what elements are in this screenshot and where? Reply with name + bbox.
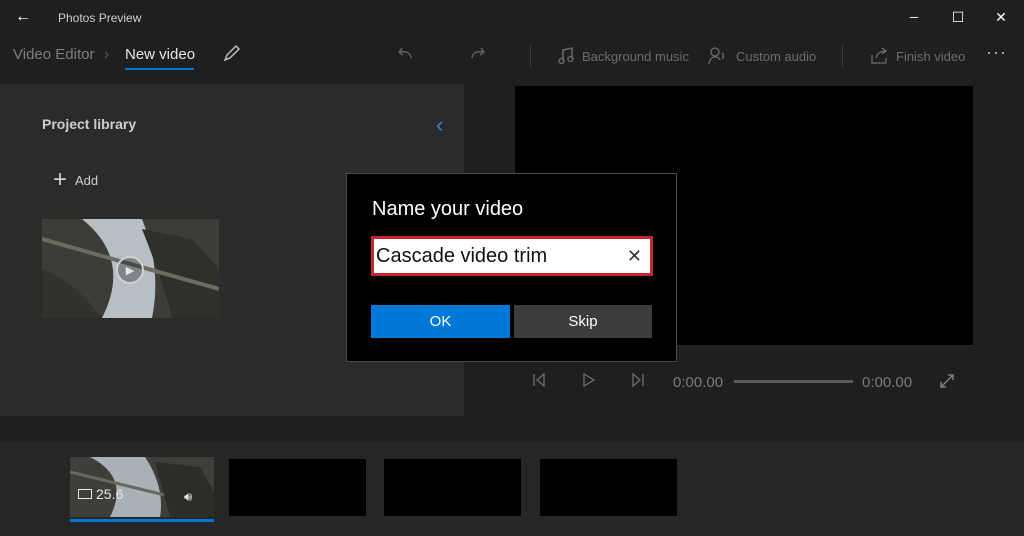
redo-button[interactable]: [467, 44, 487, 69]
custom-audio-icon: [708, 47, 725, 65]
video-name-input[interactable]: Cascade video trim ✕: [371, 236, 653, 276]
breadcrumb-underline: [125, 68, 194, 70]
name-video-dialog: Name your video Cascade video trim ✕ OK …: [346, 173, 677, 362]
end-time: 0:00.00: [862, 374, 913, 391]
maximize-button[interactable]: ☐: [935, 0, 981, 34]
current-time: 0:00.00: [673, 374, 724, 391]
separator: [530, 45, 531, 67]
more-options-button[interactable]: ···: [986, 42, 1007, 63]
minimize-icon: ─: [909, 10, 919, 24]
background-music-button[interactable]: Background music: [558, 47, 689, 65]
finish-video-label: Finish video: [896, 48, 966, 64]
window-title: Photos Preview: [58, 11, 142, 25]
storyboard-slot[interactable]: [540, 459, 677, 516]
title-bar: ← Photos Preview ─ ☐ ✕: [0, 0, 1024, 34]
video-thumbnail[interactable]: ▶: [42, 219, 219, 318]
command-bar: Video Editor › New video Background musi…: [0, 34, 1024, 80]
skip-button[interactable]: Skip: [514, 305, 652, 338]
back-arrow-icon: ←: [15, 8, 31, 25]
photos-app-window: ← Photos Preview ─ ☐ ✕ Video Editor › Ne…: [0, 0, 1024, 536]
fullscreen-button[interactable]: [939, 373, 955, 394]
chevron-right-icon: ›: [104, 46, 109, 63]
storyboard-slot[interactable]: [384, 459, 521, 516]
undo-icon: [397, 47, 412, 59]
volume-icon[interactable]: 🔊︎: [184, 489, 192, 505]
pencil-icon: [223, 44, 241, 62]
undo-button[interactable]: [396, 44, 416, 69]
expand-icon: [940, 374, 954, 388]
maximize-icon: ☐: [951, 8, 965, 25]
breadcrumb-current: New video: [125, 46, 196, 63]
redo-icon: [471, 47, 486, 59]
next-frame-button[interactable]: [631, 372, 645, 391]
clear-input-icon[interactable]: ✕: [627, 246, 642, 267]
plus-icon: +: [53, 166, 68, 193]
seek-bar[interactable]: [734, 380, 853, 383]
music-note-icon: [558, 47, 574, 65]
duration-icon: [78, 489, 92, 499]
minimize-button[interactable]: ─: [891, 0, 937, 34]
rename-pencil-button[interactable]: [222, 43, 242, 68]
play-icon[interactable]: ▶: [116, 256, 144, 284]
custom-audio-button[interactable]: Custom audio: [708, 47, 816, 65]
back-button[interactable]: ←: [0, 0, 46, 34]
background-music-label: Background music: [582, 48, 689, 64]
video-name-value: Cascade video trim: [376, 244, 548, 267]
custom-audio-label: Custom audio: [736, 48, 817, 64]
close-button[interactable]: ✕: [978, 0, 1024, 34]
close-icon: ✕: [995, 8, 1007, 25]
selected-clip-indicator: [70, 519, 214, 522]
separator: [842, 45, 843, 67]
storyboard-slot[interactable]: [229, 459, 366, 516]
collapse-chevron-icon[interactable]: ‹: [436, 112, 443, 138]
add-label: Add: [75, 172, 99, 188]
clip-duration: 25.6: [78, 486, 123, 502]
dialog-title: Name your video: [372, 198, 524, 220]
clip-duration-value: 25.6: [96, 486, 124, 502]
project-library-title: Project library: [42, 116, 137, 132]
share-export-icon: [871, 47, 888, 64]
step-forward-icon: [632, 372, 644, 388]
play-button[interactable]: [582, 372, 596, 391]
step-back-icon: [533, 372, 545, 388]
play-icon: [583, 372, 596, 388]
breadcrumb-parent[interactable]: Video Editor: [13, 46, 94, 63]
add-button[interactable]: + Add: [53, 166, 99, 193]
finish-video-button[interactable]: Finish video: [870, 47, 965, 65]
storyboard-clip[interactable]: 25.6 🔊︎: [70, 457, 214, 517]
ok-button[interactable]: OK: [371, 305, 510, 338]
previous-frame-button[interactable]: [532, 372, 546, 391]
